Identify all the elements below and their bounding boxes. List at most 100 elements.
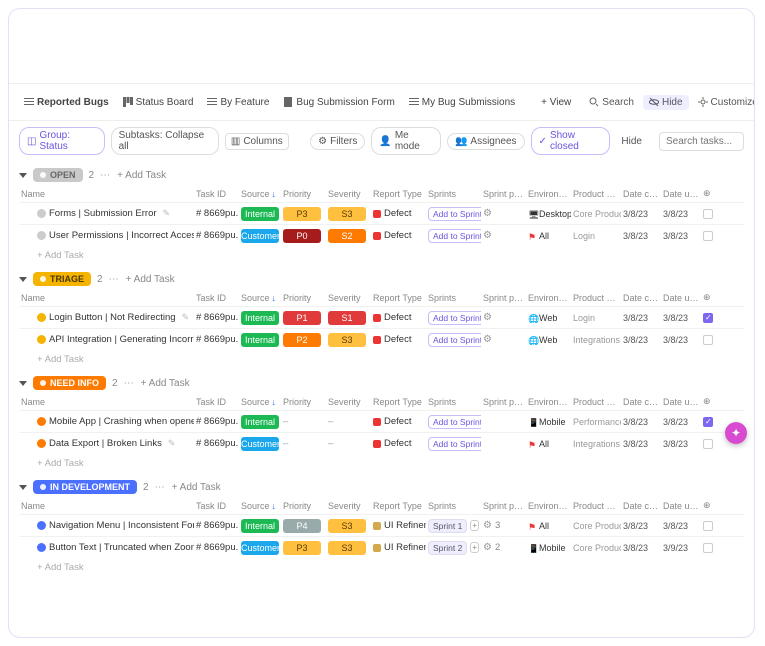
col-source[interactable]: Source↓ xyxy=(239,293,281,303)
row-checkbox[interactable] xyxy=(703,335,713,345)
col-severity[interactable]: Severity xyxy=(326,189,371,199)
col-name[interactable]: Name xyxy=(19,293,194,303)
gear-icon[interactable]: ⚙ xyxy=(483,312,492,323)
table-row[interactable]: Navigation Menu | Inconsistent Font Si..… xyxy=(19,514,744,536)
severity-badge[interactable]: S1 xyxy=(328,311,366,325)
col-add[interactable]: ⊕ xyxy=(701,396,721,407)
col-created[interactable]: Date creat... xyxy=(621,293,661,303)
edit-icon[interactable]: ✎ xyxy=(168,438,176,449)
priority-badge[interactable]: P3 xyxy=(283,207,321,221)
col-add[interactable]: ⊕ xyxy=(701,188,721,199)
col-priority[interactable]: Priority xyxy=(281,189,326,199)
help-fab[interactable]: ✦ xyxy=(725,422,747,444)
add-task-link[interactable]: Add Task xyxy=(172,482,221,493)
source-badge[interactable]: Customer xyxy=(241,437,279,451)
col-severity[interactable]: Severity xyxy=(326,293,371,303)
col-sprints[interactable]: Sprints xyxy=(426,189,481,199)
source-badge[interactable]: Customer xyxy=(241,229,279,243)
severity-badge[interactable]: S2 xyxy=(328,229,366,243)
priority-badge[interactable]: P2 xyxy=(283,333,321,347)
col-name[interactable]: Name xyxy=(19,397,194,407)
row-checkbox[interactable] xyxy=(703,543,713,553)
col-created[interactable]: Date creat... xyxy=(621,189,661,199)
add-task-link[interactable]: Add Task xyxy=(117,170,166,181)
tab-bug-form[interactable]: Bug Submission Form xyxy=(278,94,399,111)
row-checkbox[interactable] xyxy=(703,231,713,241)
col-report-type[interactable]: Report Type xyxy=(371,293,426,303)
chevron-down-icon[interactable] xyxy=(19,381,27,386)
col-name[interactable]: Name xyxy=(19,189,194,199)
add-to-sprint-button[interactable]: Add to Sprint xyxy=(428,333,481,347)
col-task-id[interactable]: Task ID xyxy=(194,293,239,303)
status-pill[interactable]: NEED INFO xyxy=(33,376,106,390)
table-row[interactable]: Forms | Submission Error✎ # 8669pu... In… xyxy=(19,202,744,224)
table-row[interactable]: User Permissions | Incorrect Access✎ # 8… xyxy=(19,224,744,246)
col-sprints[interactable]: Sprints xyxy=(426,397,481,407)
col-task-id[interactable]: Task ID xyxy=(194,189,239,199)
severity-badge[interactable]: S3 xyxy=(328,207,366,221)
more-icon[interactable]: ⋯ xyxy=(155,482,166,493)
col-created[interactable]: Date creat... xyxy=(621,397,661,407)
row-checkbox[interactable] xyxy=(703,521,713,531)
table-row[interactable]: API Integration | Generating Incorrect .… xyxy=(19,328,744,350)
more-icon[interactable]: ⋯ xyxy=(100,170,111,181)
customize-button[interactable]: Customize xyxy=(693,95,755,110)
columns-button[interactable]: ▥Columns xyxy=(225,133,289,150)
col-sprints[interactable]: Sprints xyxy=(426,501,481,511)
col-environment[interactable]: Environment xyxy=(526,501,571,511)
col-sprints[interactable]: Sprints xyxy=(426,293,481,303)
search-button[interactable]: Search xyxy=(584,95,639,110)
chevron-down-icon[interactable] xyxy=(19,173,27,178)
col-sprint-points[interactable]: Sprint poin... xyxy=(481,293,526,303)
col-source[interactable]: Source↓ xyxy=(239,501,281,511)
col-updated[interactable]: Date upda... xyxy=(661,397,701,407)
add-sprint-button[interactable]: + xyxy=(470,542,479,553)
chevron-down-icon[interactable] xyxy=(19,485,27,490)
row-checkbox[interactable] xyxy=(703,209,713,219)
col-updated[interactable]: Date upda... xyxy=(661,293,701,303)
edit-icon[interactable]: ✎ xyxy=(182,312,190,323)
tab-reported-bugs[interactable]: Reported Bugs xyxy=(19,94,114,111)
source-badge[interactable]: Internal xyxy=(241,311,279,325)
source-badge[interactable]: Internal xyxy=(241,333,279,347)
col-environment[interactable]: Environment xyxy=(526,189,571,199)
col-source[interactable]: Source↓ xyxy=(239,189,281,199)
priority-badge[interactable]: P1 xyxy=(283,311,321,325)
sprint-tag[interactable]: Sprint 2 xyxy=(428,541,467,555)
col-feature[interactable]: Product Feature xyxy=(571,501,621,511)
col-priority[interactable]: Priority xyxy=(281,293,326,303)
table-row[interactable]: Button Text | Truncated when Zoomed...✎ … xyxy=(19,536,744,558)
assignees-pill[interactable]: 👥Assignees xyxy=(447,133,525,150)
col-updated[interactable]: Date upda... xyxy=(661,501,701,511)
add-task-row[interactable]: Add Task xyxy=(19,246,744,265)
hide-filters[interactable]: Hide xyxy=(616,134,647,149)
col-environment[interactable]: Environment xyxy=(526,397,571,407)
col-environment[interactable]: Environment xyxy=(526,293,571,303)
add-sprint-button[interactable]: + xyxy=(470,520,479,531)
more-icon[interactable]: ⋯ xyxy=(124,378,135,389)
col-source[interactable]: Source↓ xyxy=(239,397,281,407)
hide-button[interactable]: Hide xyxy=(643,95,689,110)
add-task-link[interactable]: Add Task xyxy=(126,274,175,285)
edit-icon[interactable]: ✎ xyxy=(163,208,171,219)
status-pill[interactable]: TRIAGE xyxy=(33,272,91,286)
add-task-row[interactable]: Add Task xyxy=(19,350,744,369)
gear-icon[interactable]: ⚙ xyxy=(483,230,492,241)
priority-badge[interactable]: P0 xyxy=(283,229,321,243)
table-row[interactable]: Mobile App | Crashing when opened✎ # 866… xyxy=(19,410,744,432)
gear-icon[interactable]: ⚙ xyxy=(483,208,492,219)
status-pill[interactable]: OPEN xyxy=(33,168,83,182)
col-sprint-points[interactable]: Sprint poin... xyxy=(481,189,526,199)
chevron-down-icon[interactable] xyxy=(19,277,27,282)
col-name[interactable]: Name xyxy=(19,501,194,511)
col-feature[interactable]: Product Feature xyxy=(571,189,621,199)
source-badge[interactable]: Customer xyxy=(241,541,279,555)
table-row[interactable]: Data Export | Broken Links✎ # 8669pu... … xyxy=(19,432,744,454)
sprint-tag[interactable]: Sprint 1 xyxy=(428,519,467,533)
subtasks-pill[interactable]: Subtasks: Collapse all xyxy=(111,127,219,155)
severity-badge[interactable]: S3 xyxy=(328,519,366,533)
status-pill[interactable]: IN DEVELOPMENT xyxy=(33,480,137,494)
add-task-link[interactable]: Add Task xyxy=(141,378,190,389)
search-input[interactable] xyxy=(659,132,744,151)
add-task-row[interactable]: Add Task xyxy=(19,558,744,577)
